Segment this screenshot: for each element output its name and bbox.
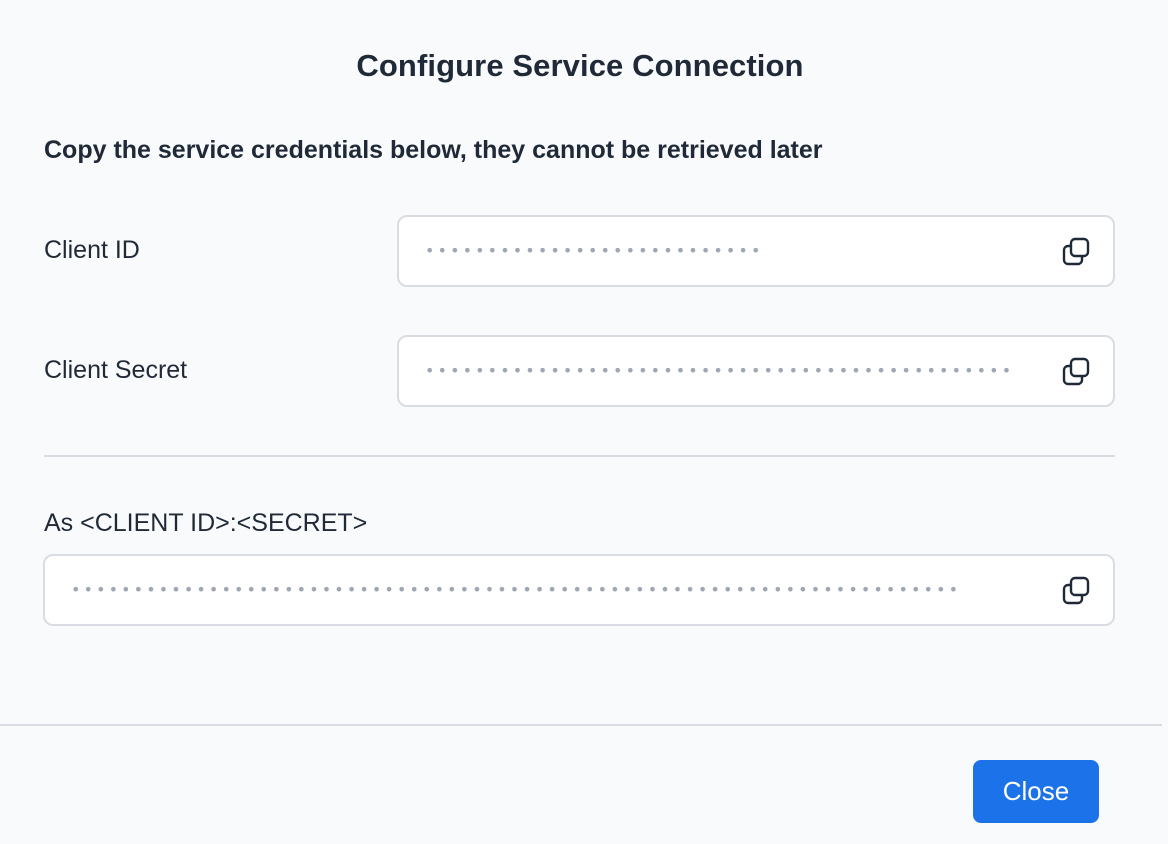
client-id-label: Client ID <box>44 236 140 264</box>
combined-credentials-field[interactable]: ••••••••••••••••••••••••••••••••••••••••… <box>43 554 1115 626</box>
client-secret-field[interactable]: ••••••••••••••••••••••••••••••••••••••••… <box>397 335 1115 407</box>
copy-combined-credentials-button[interactable] <box>1059 573 1093 607</box>
client-secret-label: Client Secret <box>44 356 188 384</box>
combined-credentials-value[interactable]: ••••••••••••••••••••••••••••••••••••••••… <box>71 582 961 598</box>
combined-credentials-label: As <CLIENT ID>:<SECRET> <box>44 509 368 537</box>
configure-service-connection-dialog: Configure Service Connection Copy the se… <box>0 0 1168 844</box>
close-button[interactable]: Close <box>973 760 1099 823</box>
copy-icon <box>1062 576 1090 605</box>
client-id-field[interactable]: ••••••••••••••••••••••••••• <box>397 215 1115 287</box>
copy-client-id-button[interactable] <box>1059 234 1093 268</box>
footer-divider <box>0 724 1162 726</box>
copy-icon <box>1062 357 1090 386</box>
copy-icon <box>1062 237 1090 266</box>
dialog-title: Configure Service Connection <box>356 48 804 83</box>
section-divider <box>44 455 1115 457</box>
client-id-value[interactable]: ••••••••••••••••••••••••••• <box>425 243 764 259</box>
copy-client-secret-button[interactable] <box>1059 354 1093 388</box>
client-secret-value[interactable]: ••••••••••••••••••••••••••••••••••••••••… <box>425 363 1014 379</box>
instruction-text: Copy the service credentials below, they… <box>44 136 823 164</box>
